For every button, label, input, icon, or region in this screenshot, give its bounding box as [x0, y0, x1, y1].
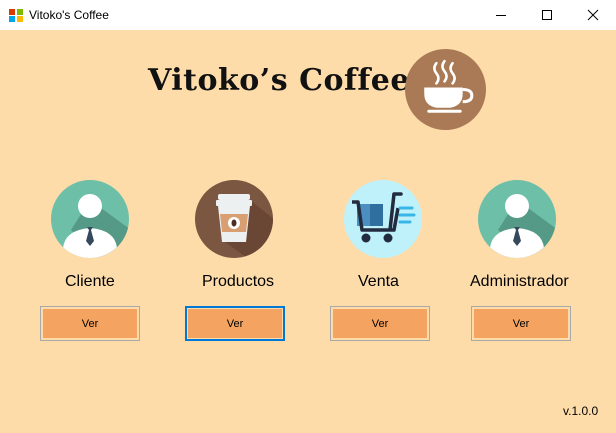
ver-venta-button[interactable]: Ver [330, 306, 430, 341]
admin-user-icon [478, 180, 556, 258]
window-titlebar: Vitoko's Coffee [0, 0, 616, 30]
module-label-productos: Productos [202, 273, 275, 290]
shopping-cart-icon [344, 180, 422, 258]
app-title: Vitoko’s Coffee [148, 63, 410, 98]
maximize-button[interactable] [524, 0, 570, 30]
module-label-cliente: Cliente [65, 273, 115, 290]
ver-cliente-button[interactable]: Ver [40, 306, 140, 341]
module-label-administrador: Administrador [470, 273, 569, 290]
module-label-venta: Venta [358, 273, 399, 290]
close-icon [587, 9, 599, 21]
user-icon [51, 180, 129, 258]
window-title: Vitoko's Coffee [29, 8, 109, 22]
maximize-icon [542, 10, 552, 20]
ver-productos-button[interactable]: Ver [185, 306, 285, 341]
coffee-cup-icon [405, 49, 486, 130]
minimize-button[interactable] [478, 0, 524, 30]
ver-administrador-button[interactable]: Ver [471, 306, 571, 341]
app-icon [9, 9, 23, 22]
main-panel: Vitoko’s Coffee Cliente Ver Productos Ve… [0, 30, 616, 433]
minimize-icon [496, 15, 506, 16]
version-label: v.1.0.0 [563, 404, 599, 418]
coffee-takeaway-icon [195, 180, 273, 258]
close-button[interactable] [570, 0, 616, 30]
